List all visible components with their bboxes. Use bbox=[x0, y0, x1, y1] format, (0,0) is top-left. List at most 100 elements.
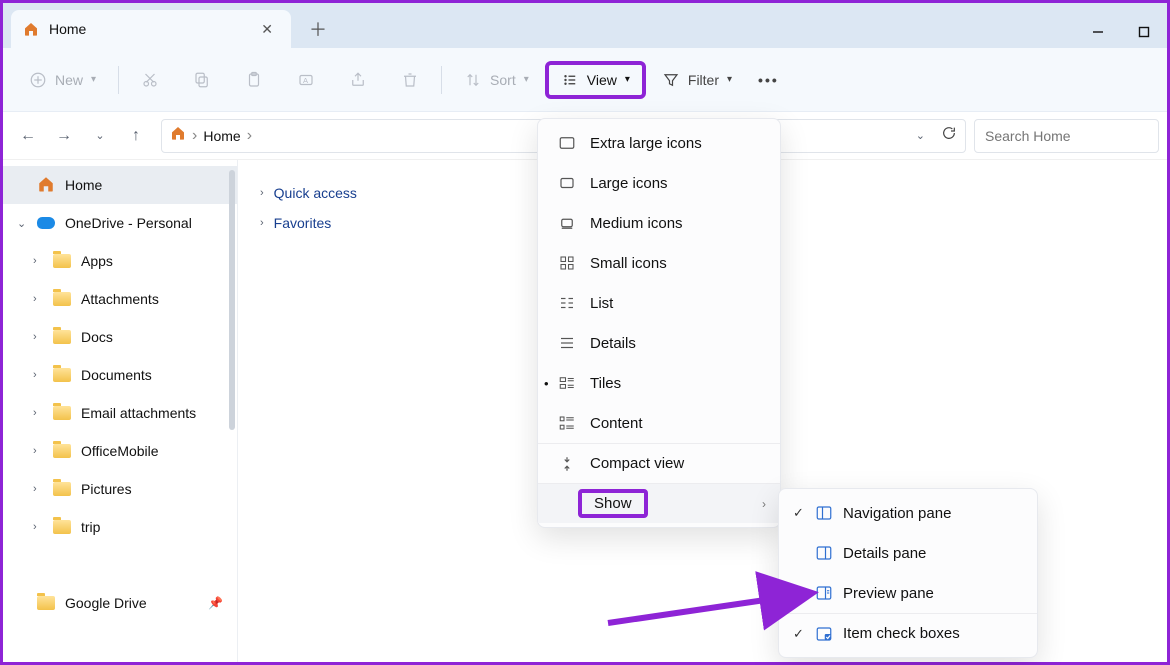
up-button[interactable]: ↑ bbox=[119, 119, 153, 153]
navigation-pane-icon bbox=[815, 504, 833, 522]
folder-icon bbox=[53, 520, 71, 534]
menu-item-details[interactable]: Details bbox=[538, 323, 780, 363]
menu-item-content[interactable]: Content bbox=[538, 403, 780, 443]
chevron-right-icon[interactable]: › bbox=[33, 483, 37, 495]
close-icon[interactable]: ✕ bbox=[255, 19, 279, 40]
sidebar-item-documents[interactable]: ›Documents bbox=[3, 356, 237, 394]
menu-item-label: Content bbox=[590, 415, 643, 432]
delete-button[interactable] bbox=[391, 61, 429, 99]
onedrive-icon bbox=[37, 217, 55, 229]
menu-item-preview-pane[interactable]: Preview pane bbox=[779, 573, 1037, 613]
title-bar: Home ✕ ＋ bbox=[3, 3, 1167, 48]
breadcrumb-separator: › bbox=[247, 127, 252, 145]
sidebar-item-google-drive[interactable]: Google Drive 📌 bbox=[3, 584, 237, 622]
menu-item-small-icons[interactable]: Small icons bbox=[538, 243, 780, 283]
separator bbox=[441, 66, 442, 94]
sidebar-item-onedrive[interactable]: ⌄ OneDrive - Personal bbox=[3, 204, 237, 242]
more-button[interactable]: ••• bbox=[748, 61, 789, 99]
paste-button[interactable] bbox=[235, 61, 273, 99]
menu-item-item-check-boxes[interactable]: ✓Item check boxes bbox=[779, 613, 1037, 653]
check-icon: ✓ bbox=[793, 505, 804, 521]
sidebar-item-label: Pictures bbox=[81, 481, 132, 497]
chevron-down-icon[interactable]: ⌄ bbox=[17, 217, 26, 230]
menu-item-label: Details bbox=[590, 335, 636, 352]
menu-item-label: Details pane bbox=[843, 545, 926, 562]
pin-icon[interactable]: 📌 bbox=[208, 596, 223, 610]
sidebar-item-trip[interactable]: › trip bbox=[3, 508, 237, 546]
sidebar-item-email-attachments[interactable]: ›Email attachments bbox=[3, 394, 237, 432]
menu-item-navigation-pane[interactable]: ✓Navigation pane bbox=[779, 493, 1037, 533]
sidebar-item-label: OneDrive - Personal bbox=[65, 215, 192, 231]
copy-button[interactable] bbox=[183, 61, 221, 99]
folder-icon bbox=[53, 368, 71, 382]
address-dropdown-button[interactable]: ⌄ bbox=[916, 129, 925, 142]
sort-button[interactable]: Sort ▾ bbox=[454, 61, 539, 99]
show-submenu: ✓Navigation pane Details pane Preview pa… bbox=[778, 488, 1038, 658]
menu-item-large-icons[interactable]: Large icons bbox=[538, 163, 780, 203]
scrollbar[interactable] bbox=[229, 170, 235, 430]
extra-large-icons-icon bbox=[558, 134, 576, 152]
sidebar-item-label: trip bbox=[81, 519, 100, 535]
view-button[interactable]: View ▾ bbox=[545, 61, 646, 99]
new-button[interactable]: New ▾ bbox=[19, 61, 106, 99]
sidebar-item-attachments[interactable]: ›Attachments bbox=[3, 280, 237, 318]
refresh-button[interactable] bbox=[941, 125, 957, 146]
breadcrumb-home[interactable]: Home bbox=[203, 128, 240, 144]
recent-locations-button[interactable]: ⌄ bbox=[83, 119, 117, 153]
menu-item-list[interactable]: List bbox=[538, 283, 780, 323]
menu-item-label: Item check boxes bbox=[843, 625, 960, 642]
chevron-right-icon[interactable]: › bbox=[33, 521, 37, 533]
chevron-right-icon[interactable]: › bbox=[33, 255, 37, 267]
list-icon bbox=[558, 294, 576, 312]
tab-title: Home bbox=[49, 21, 255, 37]
chevron-down-icon: ▾ bbox=[625, 74, 630, 85]
toolbar: New ▾ A Sort ▾ View ▾ Filter ▾ ••• bbox=[3, 48, 1167, 112]
forward-button[interactable]: → bbox=[47, 119, 81, 153]
sidebar-item-officemobile[interactable]: ›OfficeMobile bbox=[3, 432, 237, 470]
folder-icon bbox=[53, 330, 71, 344]
sidebar-item-pictures[interactable]: › Pictures bbox=[3, 470, 237, 508]
minimize-button[interactable] bbox=[1075, 16, 1121, 48]
menu-item-label: Show bbox=[578, 489, 648, 518]
menu-item-label: Medium icons bbox=[590, 215, 683, 232]
sidebar-item-label: Docs bbox=[81, 329, 113, 345]
menu-item-label: Preview pane bbox=[843, 585, 934, 602]
chevron-right-icon[interactable]: › bbox=[33, 369, 37, 381]
new-tab-button[interactable]: ＋ bbox=[291, 10, 345, 48]
home-icon bbox=[37, 175, 55, 196]
menu-item-label: Extra large icons bbox=[590, 135, 702, 152]
menu-item-label: Large icons bbox=[590, 175, 668, 192]
sidebar-item-home[interactable]: Home bbox=[3, 166, 237, 204]
sidebar-item-apps[interactable]: ›Apps bbox=[3, 242, 237, 280]
clipboard-group: A bbox=[131, 61, 429, 99]
sidebar-item-docs[interactable]: › Docs bbox=[3, 318, 237, 356]
chevron-right-icon[interactable]: › bbox=[33, 293, 37, 305]
chevron-right-icon[interactable]: › bbox=[33, 331, 37, 343]
menu-item-extra-large-icons[interactable]: Extra large icons bbox=[538, 123, 780, 163]
cut-button[interactable] bbox=[131, 61, 169, 99]
menu-item-compact-view[interactable]: Compact view bbox=[538, 443, 780, 483]
details-icon bbox=[558, 334, 576, 352]
menu-item-show[interactable]: Show› bbox=[538, 483, 780, 523]
share-button[interactable] bbox=[339, 61, 377, 99]
view-menu: Extra large icons Large icons Medium ico… bbox=[537, 118, 781, 528]
search-box[interactable] bbox=[974, 119, 1159, 153]
filter-button[interactable]: Filter ▾ bbox=[652, 61, 742, 99]
rename-button[interactable]: A bbox=[287, 61, 325, 99]
chevron-right-icon[interactable]: › bbox=[33, 407, 37, 419]
menu-item-tiles[interactable]: •Tiles bbox=[538, 363, 780, 403]
tab-home[interactable]: Home ✕ bbox=[11, 10, 291, 48]
search-input[interactable] bbox=[985, 128, 1148, 144]
menu-item-label: List bbox=[590, 295, 613, 312]
menu-item-details-pane[interactable]: Details pane bbox=[779, 533, 1037, 573]
chevron-right-icon[interactable]: › bbox=[33, 445, 37, 457]
menu-item-medium-icons[interactable]: Medium icons bbox=[538, 203, 780, 243]
breadcrumb-separator: › bbox=[192, 127, 197, 145]
folder-icon bbox=[53, 292, 71, 306]
view-label: View bbox=[587, 72, 617, 88]
separator bbox=[118, 66, 119, 94]
content-icon bbox=[558, 414, 576, 432]
maximize-button[interactable] bbox=[1121, 16, 1167, 48]
large-icons-icon bbox=[558, 174, 576, 192]
back-button[interactable]: ← bbox=[11, 119, 45, 153]
